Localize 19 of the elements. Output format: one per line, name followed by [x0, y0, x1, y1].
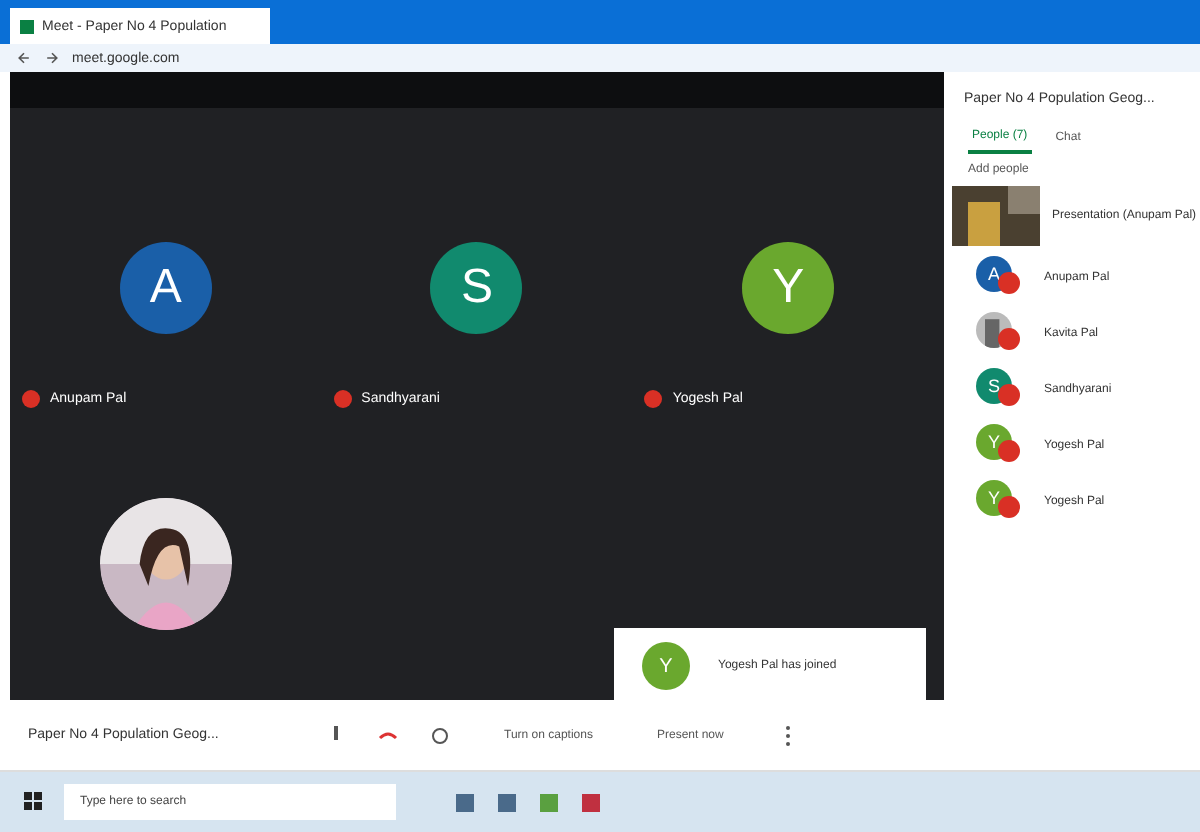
muted-icon [998, 496, 1020, 518]
muted-icon [998, 384, 1020, 406]
windows-icon[interactable] [24, 792, 44, 812]
avatar: Y [742, 242, 835, 334]
avatar: Y [642, 642, 690, 690]
muted-icon [644, 390, 663, 408]
app-icon[interactable] [498, 793, 516, 811]
avatar: S [430, 242, 523, 334]
app-icon[interactable] [582, 793, 600, 811]
muted-icon [22, 390, 40, 408]
back-icon[interactable] [16, 50, 32, 66]
meet-icon [20, 19, 34, 33]
avatar: A [119, 242, 212, 334]
muted-icon [998, 328, 1020, 350]
muted-icon [998, 440, 1020, 462]
muted-icon [998, 272, 1020, 294]
muted-icon [333, 390, 352, 408]
forward-icon[interactable] [44, 50, 60, 66]
app-icon[interactable] [456, 793, 474, 811]
